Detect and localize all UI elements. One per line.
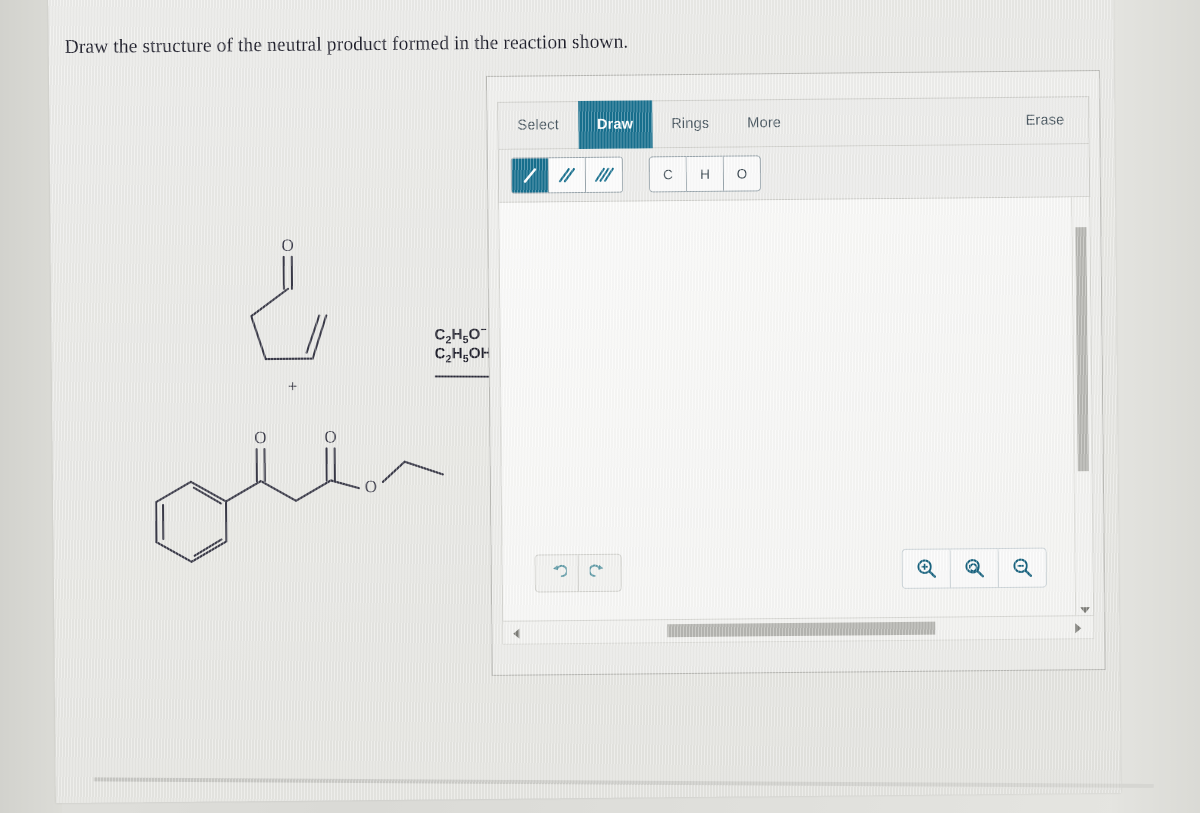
element-button-c[interactable]: C xyxy=(649,157,688,192)
scroll-left-arrow-icon[interactable] xyxy=(513,628,520,639)
reagent-h1: H xyxy=(451,326,463,344)
redo-button[interactable] xyxy=(579,555,621,591)
scroll-right-arrow-icon[interactable] xyxy=(1075,623,1082,634)
scroll-down-arrow-icon[interactable] xyxy=(1080,607,1091,614)
document-page: Draw the structure of the neutral produc… xyxy=(48,0,1154,804)
reagent-c2: C xyxy=(434,345,446,363)
reaction-scheme: O O O O + C2H5O− C2H5OH xyxy=(48,0,524,591)
reagent-h2: H xyxy=(451,345,463,363)
bond-tool-group xyxy=(510,156,624,194)
zoom-out-icon xyxy=(1012,558,1032,577)
reaction-structures-svg: O O O O xyxy=(154,236,513,563)
vertical-scrollbar-thumb[interactable] xyxy=(1075,227,1089,472)
history-button-group xyxy=(534,553,622,593)
triple-bond-tool[interactable] xyxy=(585,157,623,192)
tab-erase[interactable]: Erase xyxy=(1006,97,1088,144)
tab-draw[interactable]: Draw xyxy=(577,100,653,150)
double-bond-tool[interactable] xyxy=(548,157,587,193)
zoom-reset-icon xyxy=(964,559,984,578)
zoom-out-button[interactable] xyxy=(999,549,1046,587)
tab-more[interactable]: More xyxy=(728,100,800,147)
reagent-ethoxide: C2H5O− xyxy=(434,324,487,347)
reagent-o1: O xyxy=(468,325,481,344)
tab-rings[interactable]: Rings xyxy=(652,101,729,148)
widget-tab-bar: Select Draw Rings More Erase xyxy=(497,96,1090,150)
undo-icon xyxy=(553,564,567,578)
triple-bond-icon xyxy=(594,167,614,182)
zoom-button-group xyxy=(901,547,1047,589)
redo-icon xyxy=(589,564,604,577)
zoom-in-icon xyxy=(916,559,936,578)
ketone-oxygen-label: O xyxy=(281,236,293,255)
zoom-in-button[interactable] xyxy=(902,549,951,588)
desk-surface-right xyxy=(1112,0,1200,813)
plus-sign: + xyxy=(287,376,298,396)
zoom-reset-button[interactable] xyxy=(950,549,999,588)
reagent-ethanol: C2H5OH xyxy=(435,345,492,366)
benzoyl-oxygen-label: O xyxy=(254,428,266,447)
widget-tool-row: C H O xyxy=(497,144,1091,203)
reagent-charge: − xyxy=(480,323,487,336)
tab-bar-spacer xyxy=(800,98,1007,146)
horizontal-scrollbar-thumb[interactable] xyxy=(667,621,936,638)
element-button-o[interactable]: O xyxy=(723,156,761,191)
single-bond-icon xyxy=(523,168,537,183)
page-bottom-edge xyxy=(93,777,1154,788)
canvas-vertical-scrollbar[interactable] xyxy=(1071,197,1094,616)
tab-select[interactable]: Select xyxy=(498,102,578,149)
double-bond-icon xyxy=(558,167,575,183)
ester-carbonyl-oxygen-label: O xyxy=(324,427,336,446)
canvas-horizontal-scrollbar[interactable] xyxy=(502,616,1095,645)
reagent-c1: C xyxy=(434,326,446,344)
single-bond-tool[interactable] xyxy=(511,158,550,193)
drawing-canvas[interactable] xyxy=(498,197,1095,622)
undo-button[interactable] xyxy=(535,555,579,592)
molecule-drawing-widget: Select Draw Rings More Erase C H O xyxy=(485,70,1106,676)
ester-oxygen-label: O xyxy=(365,477,377,496)
element-button-group: C H O xyxy=(648,155,762,193)
element-button-h[interactable]: H xyxy=(686,156,725,192)
